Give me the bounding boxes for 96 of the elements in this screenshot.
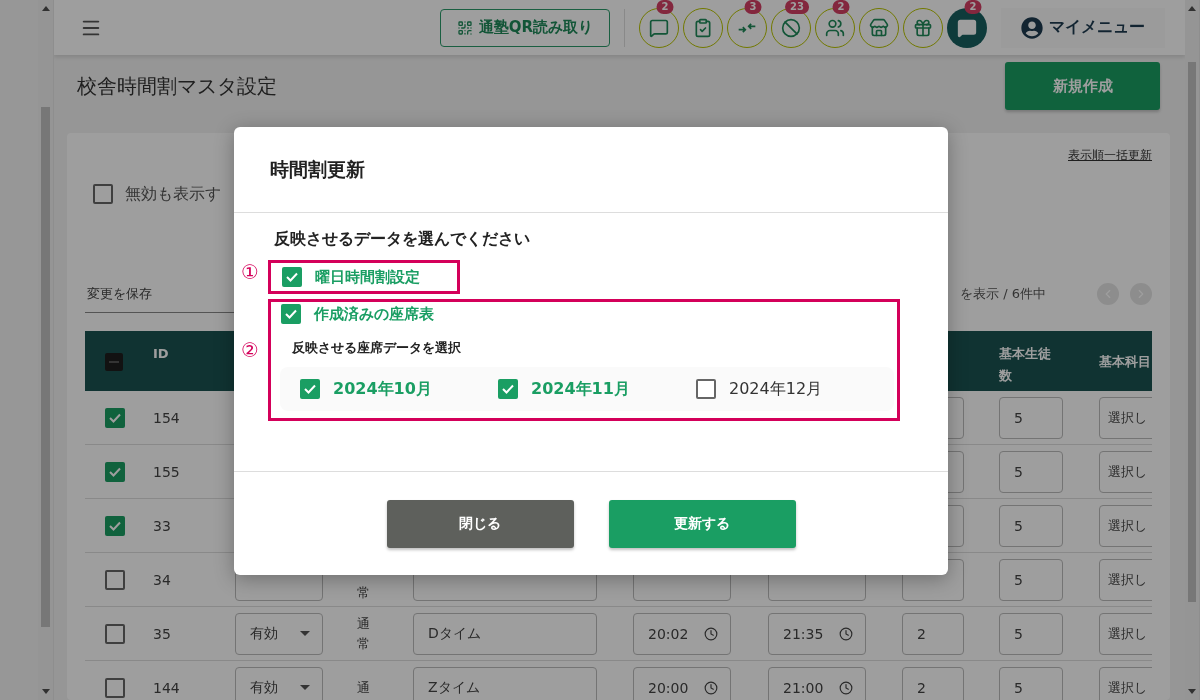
- checkmark-icon: [109, 520, 121, 531]
- checkbox[interactable]: [105, 461, 125, 482]
- scrollbar[interactable]: [38, 0, 54, 700]
- checkbox[interactable]: [105, 623, 125, 644]
- students-field[interactable]: 5: [999, 396, 1063, 439]
- dialog-title: 時間割更新: [270, 156, 365, 182]
- section-label: 反映させる座席データを選択: [292, 339, 462, 357]
- checkbox-label: 2024年10月: [333, 378, 432, 400]
- checkbox[interactable]: [105, 569, 125, 590]
- qr-icon: [456, 19, 473, 36]
- checkmark-icon: [285, 309, 297, 319]
- chat-icon: [649, 17, 669, 38]
- checkbox[interactable]: [498, 379, 518, 399]
- checkbox[interactable]: [105, 677, 125, 698]
- gift-button[interactable]: [903, 7, 943, 48]
- checkmark-icon: [286, 272, 298, 282]
- select-all-checkbox[interactable]: [105, 353, 123, 372]
- checkbox-label: 2024年12月: [729, 378, 823, 400]
- time-field[interactable]: 21:00: [768, 666, 866, 700]
- bulk-update-link[interactable]: 表示順一括更新: [1068, 147, 1152, 167]
- students-field[interactable]: 5: [999, 450, 1063, 493]
- store-button[interactable]: [859, 7, 899, 48]
- table-cell-text: 35: [152, 625, 171, 642]
- count-badge: 3: [744, 0, 762, 14]
- checkbox[interactable]: [281, 304, 301, 324]
- dash-icon: [109, 361, 119, 364]
- checkbox[interactable]: [300, 379, 320, 399]
- count-badge: 23: [785, 0, 809, 14]
- students-field[interactable]: 5: [999, 558, 1063, 601]
- user-icon: [1021, 16, 1043, 39]
- checkmark-icon: [109, 412, 121, 423]
- count-badge: 2: [964, 0, 982, 14]
- table-cell-text: 34: [152, 571, 171, 588]
- group-icon: [825, 17, 845, 38]
- checkbox[interactable]: [105, 515, 125, 536]
- close-button[interactable]: 閉じる: [386, 499, 574, 548]
- time-field[interactable]: 21:35: [768, 612, 866, 655]
- checkbox[interactable]: [105, 407, 125, 428]
- table-cell-text: 通: [357, 678, 370, 697]
- update-button[interactable]: 更新する: [608, 499, 796, 548]
- checklist-icon: [693, 17, 713, 38]
- count-badge: 2: [656, 0, 674, 14]
- checkbox-label: 曜日時間割設定: [315, 267, 420, 287]
- clock-icon: [704, 680, 718, 695]
- subject-field[interactable]: 選択し: [1099, 612, 1152, 655]
- caret-icon: [300, 631, 310, 637]
- students-field[interactable]: 5: [999, 666, 1063, 700]
- name-field[interactable]: Dタイム: [413, 612, 597, 655]
- students-field[interactable]: 5: [999, 504, 1063, 547]
- table-cell-text: 常: [357, 583, 370, 602]
- table-cell-text: 通常: [357, 615, 370, 653]
- dialog-prompt: 反映させるデータを選んでください: [274, 229, 531, 250]
- column-header: ID: [152, 345, 170, 364]
- name-field[interactable]: Zタイム: [413, 666, 597, 700]
- checkbox-label: 無効も表示す: [125, 183, 221, 205]
- checkmark-icon: [304, 384, 316, 394]
- checklist-button[interactable]: [683, 7, 723, 48]
- annotation-marker: ②: [240, 338, 260, 362]
- checkbox-label: 作成済みの座席表: [314, 304, 434, 324]
- store-icon: [869, 17, 889, 38]
- blocked-icon: [781, 17, 801, 38]
- clock-icon: [839, 626, 853, 641]
- status-select[interactable]: 有効: [235, 666, 323, 700]
- table-cell-text: 154: [152, 409, 180, 426]
- clock-icon: [704, 626, 718, 641]
- checkbox-label: 2024年11月: [531, 378, 630, 400]
- time-field[interactable]: 20:00: [633, 666, 731, 700]
- caret-icon: [300, 685, 310, 691]
- clock-icon: [839, 680, 853, 695]
- pagination-text: を表示 / 6件中: [960, 285, 1046, 304]
- chat-icon: [957, 17, 977, 38]
- checkbox[interactable]: [282, 267, 302, 287]
- time-field[interactable]: 20:02: [633, 612, 731, 655]
- table-cell-text: 155: [152, 463, 180, 480]
- subject-field[interactable]: 選択し: [1099, 396, 1152, 439]
- count-field[interactable]: 2: [902, 612, 964, 655]
- count-field[interactable]: 2: [902, 666, 964, 700]
- qr-button[interactable]: 通塾QR読み取り: [439, 8, 610, 47]
- column-header: 基本生徒数: [998, 345, 1052, 386]
- subject-field[interactable]: 選択し: [1099, 504, 1152, 547]
- scrollbar[interactable]: [1185, 0, 1200, 700]
- checkbox[interactable]: [696, 379, 716, 399]
- count-badge: 2: [832, 0, 850, 14]
- students-field[interactable]: 5: [999, 612, 1063, 655]
- checkmark-icon: [109, 466, 121, 477]
- table-cell-text: 33: [152, 517, 171, 534]
- subject-field[interactable]: 選択し: [1099, 450, 1152, 493]
- page-title: 校舎時間割マスタ設定: [77, 72, 277, 100]
- table-cell-text: 144: [152, 679, 180, 696]
- gift-icon: [913, 17, 933, 38]
- checkbox[interactable]: [93, 184, 113, 205]
- subject-field[interactable]: 選択し: [1099, 666, 1152, 700]
- status-select[interactable]: 有効: [235, 612, 323, 655]
- checkmark-icon: [502, 384, 514, 394]
- column-header: 基本科目: [1098, 353, 1152, 372]
- subject-field[interactable]: 選択し: [1099, 558, 1152, 601]
